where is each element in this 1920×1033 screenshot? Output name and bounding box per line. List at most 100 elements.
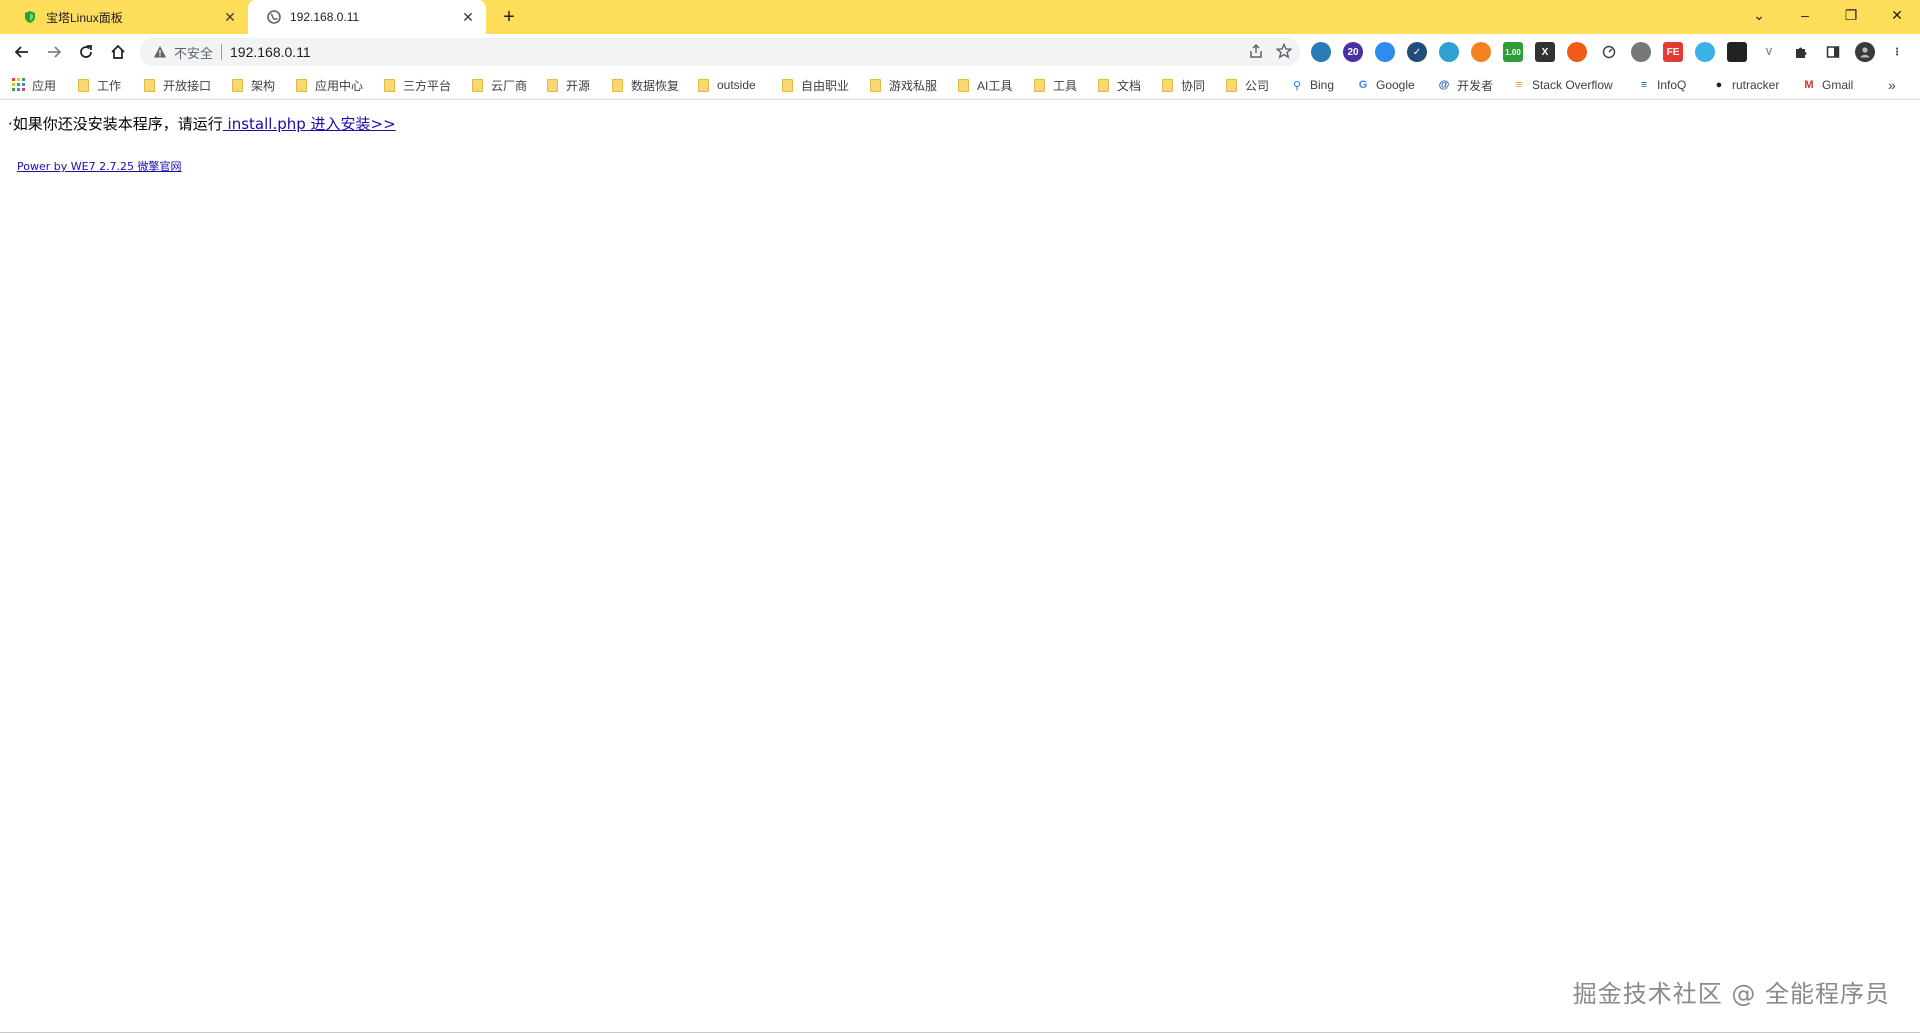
check-ext-icon[interactable]: ✓ bbox=[1407, 42, 1427, 62]
page-content: ·如果你还没安装本程序，请运行 install.php 进入安装>> Power… bbox=[0, 101, 1920, 1033]
bookmark-star-icon[interactable] bbox=[1275, 42, 1293, 62]
bird-ext-icon[interactable] bbox=[1695, 42, 1715, 62]
watermark-text: 掘金技术社区 @ 全能程序员 bbox=[1572, 980, 1890, 1008]
globe-ext-icon[interactable] bbox=[1311, 42, 1331, 62]
tab-active-ip[interactable]: 192.168.0.11 ✕ bbox=[248, 0, 486, 34]
bookmark-item[interactable]: outside bbox=[698, 77, 756, 93]
speed-ext-icon[interactable] bbox=[1599, 42, 1619, 62]
globe-icon bbox=[266, 9, 282, 25]
install-notice: ·如果你还没安装本程序，请运行 install.php 进入安装>> bbox=[8, 113, 396, 134]
bookmark-label: 三方平台 bbox=[403, 78, 452, 93]
bookmark-item[interactable]: 开源 bbox=[547, 77, 590, 93]
bookmark-label: Stack Overflow bbox=[1532, 78, 1613, 92]
rutracker-icon: ● bbox=[1715, 79, 1723, 91]
bookmark-label: 文档 bbox=[1117, 78, 1142, 93]
bookmark-item[interactable]: 三方平台 bbox=[384, 77, 451, 93]
close-window-button[interactable]: ✕ bbox=[1874, 0, 1920, 30]
restore-button[interactable]: ❐ bbox=[1828, 0, 1874, 30]
apps-grid-icon bbox=[12, 78, 26, 92]
bookmark-item[interactable]: 云厂商 bbox=[472, 77, 527, 93]
bookmark-item[interactable]: ≡ InfoQ bbox=[1637, 77, 1687, 93]
bookmark-label: 开源 bbox=[566, 78, 591, 93]
sidepanel-ext-icon[interactable] bbox=[1823, 42, 1843, 62]
folder-icon bbox=[698, 78, 709, 92]
orange-ext-icon[interactable] bbox=[1471, 42, 1491, 62]
bookmark-item[interactable]: 开放接口 bbox=[144, 77, 211, 93]
bookmark-label: 架构 bbox=[251, 78, 276, 93]
leaf-ext-icon[interactable] bbox=[1439, 42, 1459, 62]
tab-baota-panel[interactable]: 宝塔Linux面板 ✕ bbox=[4, 0, 248, 34]
bookmark-label: 公司 bbox=[1245, 78, 1270, 93]
power-by-link[interactable]: Power by WE7 2.7.25 微擎官网 bbox=[17, 160, 182, 173]
folder-icon bbox=[782, 78, 793, 92]
forward-button[interactable] bbox=[40, 38, 68, 66]
bookmark-label: 开放接口 bbox=[163, 78, 212, 93]
tab-close-icon[interactable]: ✕ bbox=[460, 9, 476, 25]
bookmark-item[interactable]: AI工具 bbox=[958, 77, 1012, 93]
bookmark-item[interactable]: 架构 bbox=[232, 77, 275, 93]
bookmark-item[interactable]: 自由职业 bbox=[782, 77, 849, 93]
folder-icon bbox=[612, 78, 623, 92]
bookmark-label: 协同 bbox=[1181, 78, 1206, 93]
bookmark-label: 云厂商 bbox=[491, 78, 528, 93]
bookmark-item[interactable]: ≡ Stack Overflow bbox=[1512, 77, 1613, 93]
bookmarks-overflow-button[interactable]: » bbox=[1888, 77, 1896, 93]
graduate-ext-icon[interactable]: 20 bbox=[1343, 42, 1363, 62]
folder-icon bbox=[870, 78, 881, 92]
address-bar[interactable]: 不安全 192.168.0.11 bbox=[140, 38, 1300, 66]
bookmark-item[interactable]: 应用中心 bbox=[296, 77, 363, 93]
folder-icon bbox=[1162, 78, 1173, 92]
bookmark-label: AI工具 bbox=[977, 78, 1013, 93]
bookmark-item[interactable]: @ 开发者 bbox=[1437, 77, 1493, 93]
install-link[interactable]: install.php 进入安装>> bbox=[223, 115, 396, 133]
bookmark-item[interactable]: M Gmail bbox=[1802, 77, 1853, 93]
bookmark-item[interactable]: 应用 bbox=[12, 77, 56, 93]
bookmark-item[interactable]: 协同 bbox=[1162, 77, 1205, 93]
tab-title: 宝塔Linux面板 bbox=[46, 10, 123, 25]
bookmark-item[interactable]: ⚲ Bing bbox=[1290, 77, 1334, 93]
tab-close-icon[interactable]: ✕ bbox=[222, 9, 238, 25]
folder-icon bbox=[78, 78, 89, 92]
bookmark-item[interactable]: 文档 bbox=[1098, 77, 1141, 93]
x-ext-icon[interactable]: X bbox=[1535, 42, 1555, 62]
new-tab-button[interactable]: + bbox=[498, 7, 520, 29]
share-icon[interactable] bbox=[1248, 43, 1264, 62]
bookmark-label: rutracker bbox=[1732, 78, 1780, 92]
back-button[interactable] bbox=[8, 38, 36, 66]
bookmark-item[interactable]: 数据恢复 bbox=[612, 77, 679, 93]
folder-icon bbox=[384, 78, 395, 92]
puzzle-ext-icon[interactable] bbox=[1791, 42, 1811, 62]
android-ext-icon[interactable]: 1.00 bbox=[1503, 42, 1523, 62]
fe-ext-icon[interactable]: FE bbox=[1663, 42, 1683, 62]
menu-kebab-icon[interactable]: ⋮ bbox=[1887, 42, 1907, 62]
baota-shield-icon bbox=[22, 9, 38, 25]
layers-ext-icon[interactable] bbox=[1375, 42, 1395, 62]
tab-search-icon[interactable]: ⌄ bbox=[1736, 0, 1782, 30]
bookmark-item[interactable]: ● rutracker bbox=[1712, 77, 1780, 93]
bookmark-item[interactable]: G Google bbox=[1356, 77, 1415, 93]
reload-button[interactable] bbox=[72, 38, 100, 66]
url-text[interactable]: 192.168.0.11 bbox=[230, 44, 311, 60]
bookmark-item[interactable]: 游戏私服 bbox=[870, 77, 937, 93]
folder-icon bbox=[547, 78, 558, 92]
extension-badge-label: ⋮ bbox=[1892, 46, 1902, 58]
firefox-ext-icon[interactable] bbox=[1567, 42, 1587, 62]
vue-ext-icon[interactable]: V bbox=[1759, 42, 1779, 62]
bookmark-item[interactable]: 工作 bbox=[78, 77, 121, 93]
home-button[interactable] bbox=[104, 38, 132, 66]
store-ext-icon[interactable] bbox=[1727, 42, 1747, 62]
folder-icon bbox=[1226, 78, 1237, 92]
bookmark-label: 工作 bbox=[97, 78, 122, 93]
search-icon: ⚲ bbox=[1292, 79, 1302, 92]
extension-badge-label: FE bbox=[1666, 46, 1680, 58]
bookmark-item[interactable]: 工具 bbox=[1034, 77, 1077, 93]
minimize-button[interactable]: – bbox=[1782, 0, 1828, 30]
extension-badge-label: ✓ bbox=[1412, 46, 1422, 58]
security-status-label[interactable]: 不安全 bbox=[174, 43, 213, 62]
warning-triangle-icon[interactable] bbox=[152, 44, 168, 60]
bookmarks-bar: 应用 工作 开放接口 架构 应用中心 三方平台 云厂商 开源 数据恢复 outside 自由职业 游戏… bbox=[0, 70, 1920, 100]
settings-ext-icon[interactable] bbox=[1631, 42, 1651, 62]
bookmark-item[interactable]: 公司 bbox=[1226, 77, 1269, 93]
profile-avatar-icon[interactable] bbox=[1855, 42, 1875, 62]
extension-badge-label: V bbox=[1765, 46, 1773, 58]
